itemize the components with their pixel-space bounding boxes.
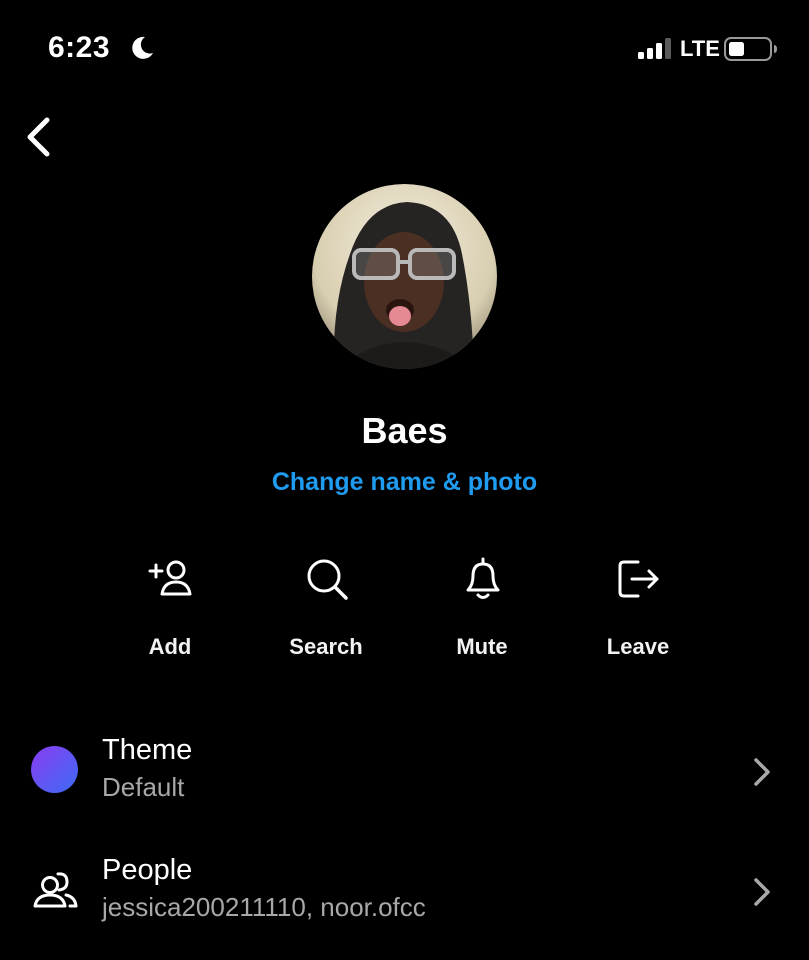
signal-icon: [638, 38, 671, 59]
theme-row[interactable]: Theme Default: [0, 722, 809, 822]
leave-icon: [618, 560, 659, 598]
group-avatar[interactable]: [312, 184, 497, 369]
mute-label: Mute: [456, 634, 508, 659]
change-name-photo-link[interactable]: Change name & photo: [272, 468, 537, 496]
search-icon: [307, 559, 348, 600]
theme-color-swatch: [31, 746, 78, 793]
chevron-left-icon[interactable]: [20, 113, 60, 161]
theme-value: Default: [102, 772, 185, 802]
people-row[interactable]: People jessica200211110, noor.ofcc: [0, 842, 809, 942]
avatar-photo: [312, 184, 497, 369]
search-label: Search: [289, 634, 363, 659]
carrier-label: LTE: [680, 36, 720, 61]
add-person-icon: [148, 560, 192, 596]
add-label: Add: [148, 634, 192, 659]
people-title: People: [102, 854, 193, 886]
leave-label: Leave: [606, 634, 670, 659]
theme-title: Theme: [102, 734, 193, 766]
leave-button[interactable]: Leave: [568, 552, 708, 672]
chevron-right-icon: [754, 758, 770, 786]
search-button[interactable]: Search: [256, 552, 396, 672]
people-members: jessica200211110, noor.ofcc: [102, 892, 426, 922]
battery-icon: [724, 37, 777, 61]
chevron-right-icon: [754, 878, 770, 906]
group-name: Baes: [361, 410, 448, 451]
status-time: 6:23: [48, 31, 111, 64]
change-name-photo-link-wrap: Change name & photo: [0, 464, 809, 500]
add-button[interactable]: Add: [100, 552, 240, 672]
moon-icon: [132, 36, 153, 59]
mute-button[interactable]: Mute: [412, 552, 552, 672]
people-icon: [33, 872, 78, 908]
bell-icon: [466, 557, 500, 599]
